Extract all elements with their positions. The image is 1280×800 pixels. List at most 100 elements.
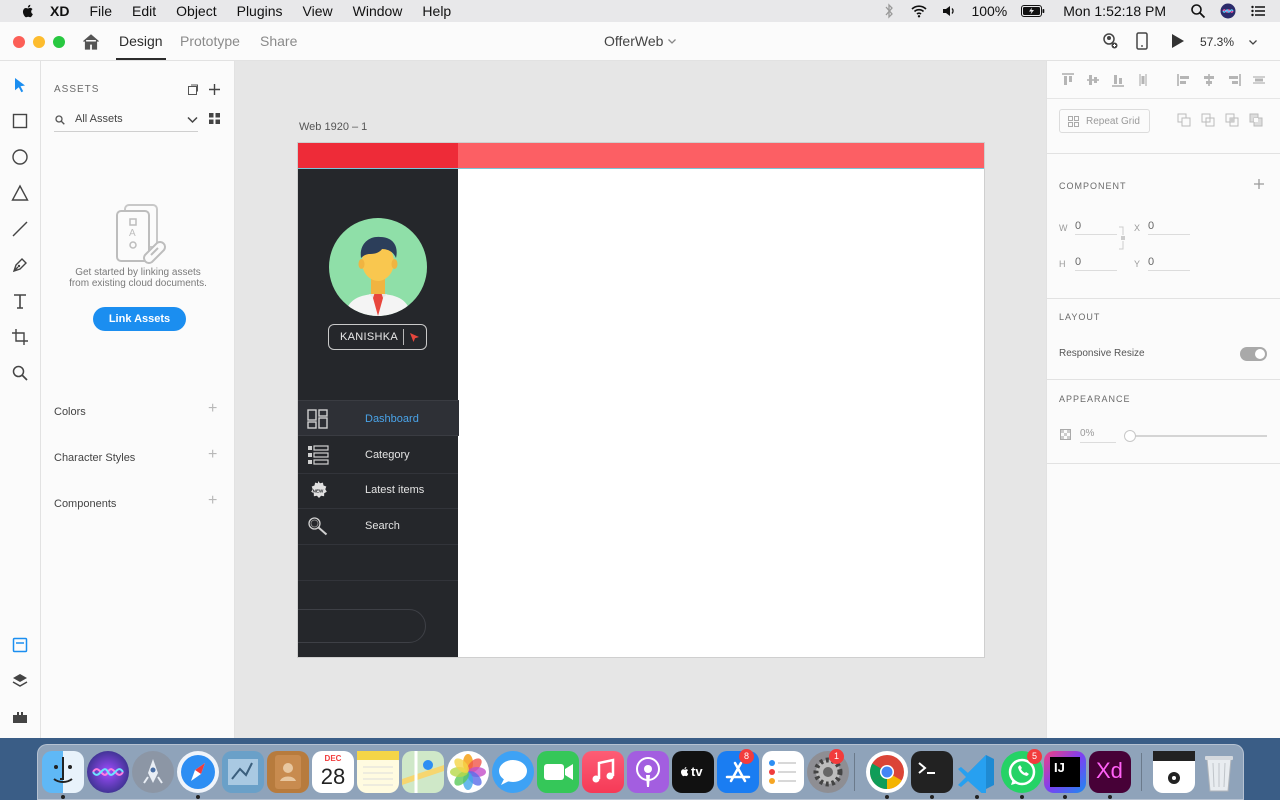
- dock-facetime-icon[interactable]: [537, 751, 579, 793]
- align-bottom-icon[interactable]: [1111, 73, 1125, 87]
- rectangle-tool-icon[interactable]: [11, 112, 29, 130]
- nav-item-category[interactable]: Category: [298, 437, 458, 473]
- dock-reminders-icon[interactable]: [762, 751, 804, 793]
- home-icon[interactable]: [82, 33, 100, 51]
- artboard-tool-icon[interactable]: [11, 328, 29, 346]
- invite-user-icon[interactable]: [1101, 32, 1119, 50]
- sidebar-input-pill[interactable]: [298, 609, 426, 643]
- nav-item-search[interactable]: Search: [298, 508, 458, 544]
- assets-panel-icon[interactable]: [11, 636, 29, 654]
- add-color-icon[interactable]: +: [208, 401, 217, 417]
- dock-photos-icon[interactable]: [447, 751, 489, 793]
- play-preview-icon[interactable]: [1170, 32, 1186, 50]
- align-top-icon[interactable]: [1061, 73, 1075, 87]
- dock-safari-icon[interactable]: [177, 751, 219, 793]
- dock-terminal-icon[interactable]: [911, 751, 953, 793]
- nav-item-latest-items[interactable]: NEW Latest items: [298, 472, 458, 508]
- assets-filter[interactable]: All Assets: [54, 108, 198, 132]
- align-right-icon[interactable]: [1227, 73, 1241, 87]
- menu-plugins[interactable]: Plugins: [237, 3, 283, 19]
- dock-tv-icon[interactable]: tv: [672, 751, 714, 793]
- dock-launchpad-icon[interactable]: [132, 751, 174, 793]
- document-title[interactable]: OfferWeb: [604, 33, 663, 49]
- boolean-add-icon[interactable]: [1177, 113, 1192, 128]
- tab-design[interactable]: Design: [119, 33, 163, 49]
- zoom-chevron-down-icon[interactable]: [1248, 37, 1258, 47]
- artboard-name[interactable]: Web 1920 – 1: [299, 121, 367, 133]
- polygon-tool-icon[interactable]: [11, 184, 29, 202]
- menu-window[interactable]: Window: [353, 3, 403, 19]
- height-field[interactable]: 0: [1075, 256, 1117, 271]
- add-component-icon[interactable]: +: [208, 493, 217, 509]
- design-sidebar[interactable]: KANISHKA Dashboard Category NEW Latest i…: [298, 169, 459, 657]
- user-name-badge[interactable]: KANISHKA: [328, 324, 427, 350]
- dock-music-icon[interactable]: [582, 751, 624, 793]
- clock[interactable]: Mon 1:52:18 PM: [1063, 3, 1166, 19]
- dock-calendar-icon[interactable]: DEC 28: [312, 751, 354, 793]
- spotlight-icon[interactable]: [1190, 3, 1206, 19]
- layers-panel-icon[interactable]: [11, 672, 29, 690]
- dock-finder-icon[interactable]: [42, 751, 84, 793]
- distribute-horizontal-icon[interactable]: [1252, 73, 1266, 87]
- dock-contacts-icon[interactable]: [267, 751, 309, 793]
- boolean-exclude-icon[interactable]: [1249, 113, 1264, 128]
- dock-vscode-icon[interactable]: [956, 751, 998, 797]
- width-field[interactable]: 0: [1075, 220, 1117, 235]
- opacity-field[interactable]: 0%: [1080, 428, 1116, 443]
- text-tool-icon[interactable]: [11, 292, 29, 310]
- menu-file[interactable]: File: [89, 3, 112, 19]
- header-bar-left[interactable]: [298, 143, 458, 168]
- pen-tool-icon[interactable]: [11, 256, 29, 274]
- artboard[interactable]: KANISHKA Dashboard Category NEW Latest i…: [297, 142, 985, 658]
- dock-adobe-xd-icon[interactable]: Xd: [1089, 751, 1131, 793]
- add-component-icon[interactable]: [1253, 178, 1265, 190]
- device-preview-icon[interactable]: [1135, 32, 1149, 50]
- battery-icon[interactable]: [1021, 5, 1045, 17]
- responsive-resize-toggle[interactable]: [1240, 347, 1267, 361]
- menu-xd[interactable]: XD: [50, 3, 69, 19]
- dock-messages-icon[interactable]: [492, 751, 534, 793]
- boolean-subtract-icon[interactable]: [1201, 113, 1216, 128]
- add-asset-icon[interactable]: [208, 83, 221, 96]
- dock-podcasts-icon[interactable]: [627, 751, 669, 793]
- dock-chrome-icon[interactable]: [866, 751, 908, 793]
- dock-siri-icon[interactable]: [87, 751, 129, 793]
- tab-prototype[interactable]: Prototype: [180, 33, 240, 49]
- repeat-grid-button[interactable]: Repeat Grid: [1059, 109, 1150, 133]
- menu-edit[interactable]: Edit: [132, 3, 156, 19]
- chevron-down-icon[interactable]: [667, 36, 677, 46]
- grid-view-icon[interactable]: [209, 113, 220, 124]
- align-left-icon[interactable]: [1177, 73, 1191, 87]
- apple-icon[interactable]: [20, 3, 36, 19]
- opacity-slider-handle[interactable]: [1124, 430, 1136, 442]
- zoom-tool-icon[interactable]: [11, 364, 29, 382]
- align-center-icon[interactable]: [1202, 73, 1216, 87]
- ellipse-tool-icon[interactable]: [11, 148, 29, 166]
- plugins-panel-icon[interactable]: [11, 708, 29, 726]
- bluetooth-icon[interactable]: [881, 3, 897, 19]
- opacity-slider-track[interactable]: [1129, 435, 1267, 437]
- colors-section[interactable]: Colors: [54, 406, 86, 418]
- menu-object[interactable]: Object: [176, 3, 216, 19]
- character-styles-section[interactable]: Character Styles: [54, 452, 135, 464]
- tab-share[interactable]: Share: [260, 33, 297, 49]
- volume-icon[interactable]: [941, 3, 957, 19]
- dock-maps-icon[interactable]: [402, 751, 444, 793]
- dock-screenshot-icon[interactable]: [1153, 751, 1195, 793]
- distribute-vertical-icon[interactable]: [1136, 73, 1150, 87]
- siri-icon[interactable]: [1220, 3, 1236, 19]
- x-field[interactable]: 0: [1148, 220, 1190, 235]
- dock-trash-icon[interactable]: [1198, 751, 1240, 793]
- add-character-style-icon[interactable]: +: [208, 447, 217, 463]
- align-middle-icon[interactable]: [1086, 73, 1100, 87]
- chevron-down-icon[interactable]: [187, 116, 198, 124]
- components-section[interactable]: Components: [54, 498, 116, 510]
- dock-mail-icon[interactable]: [222, 751, 264, 793]
- boolean-intersect-icon[interactable]: [1225, 113, 1240, 128]
- menu-view[interactable]: View: [303, 3, 333, 19]
- avatar[interactable]: [329, 218, 427, 316]
- notification-center-icon[interactable]: [1250, 3, 1266, 19]
- y-field[interactable]: 0: [1148, 256, 1190, 271]
- zoom-level[interactable]: 57.3%: [1200, 35, 1234, 49]
- menu-help[interactable]: Help: [422, 3, 451, 19]
